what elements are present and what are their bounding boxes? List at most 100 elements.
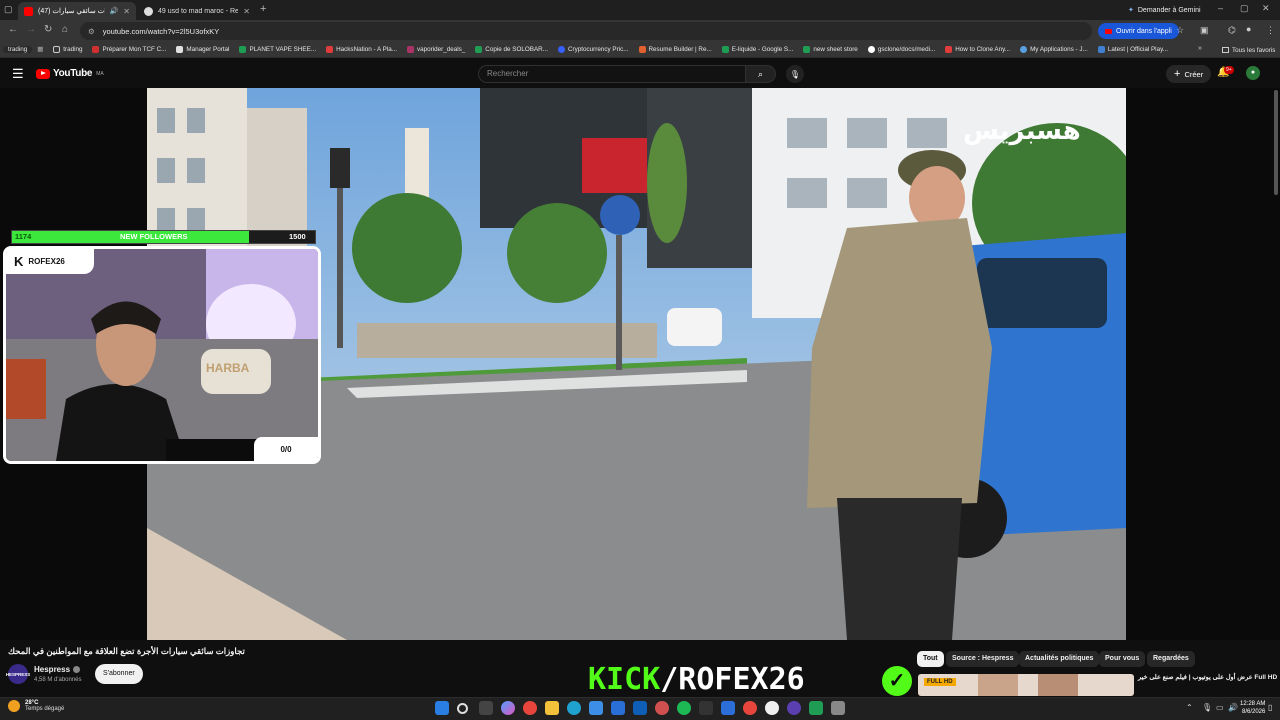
forward-icon[interactable]: →: [26, 24, 36, 35]
open-in-app-button[interactable]: Ouvrir dans l'appli: [1098, 23, 1179, 39]
voice-search-button[interactable]: 🎙: [786, 65, 804, 83]
bookmark-folder[interactable]: trading: [48, 46, 87, 53]
app-green-icon[interactable]: [809, 701, 823, 715]
bookmark-favicon-icon: [406, 46, 414, 53]
more-bookmarks-icon[interactable]: »: [1198, 45, 1202, 52]
chip-source-hespress[interactable]: Source : Hespress: [946, 651, 1020, 667]
volume-icon[interactable]: 🔊: [1228, 703, 1238, 712]
bookmark-item[interactable]: Resume Builder | Re...: [634, 46, 717, 53]
search-icon[interactable]: [457, 703, 468, 714]
edge-icon[interactable]: [567, 701, 581, 715]
gemini-button[interactable]: ✦ Demander à Gemini: [1122, 3, 1207, 17]
bookmark-item[interactable]: new sheet store: [798, 46, 862, 53]
menu-icon[interactable]: ⋮: [1266, 25, 1275, 36]
home-icon[interactable]: ⌂: [62, 24, 68, 35]
bookmark-item[interactable]: Latest | Official Play...: [1093, 46, 1173, 53]
bookmark-item[interactable]: My Applications - J...: [1015, 46, 1093, 53]
bookmarks-bar: trading ▦ trading Préparer Mon TCF C... …: [0, 42, 1280, 58]
create-button[interactable]: + Créer: [1166, 65, 1212, 83]
tray-overflow-icon[interactable]: ⌃: [1186, 703, 1193, 712]
tab-audio-icon[interactable]: 🔊: [110, 7, 119, 15]
chrome-profile-icon[interactable]: [743, 701, 757, 715]
github-icon[interactable]: [765, 701, 779, 715]
youtube-play-icon: [36, 68, 50, 79]
address-bar[interactable]: ⚙ youtube.com/watch?v=2l5U3ofxKY: [80, 22, 1092, 40]
bookmark-item[interactable]: E-liquide - Google S...: [717, 46, 799, 53]
bookmark-item[interactable]: PLANET VAPE SHEE...: [234, 46, 321, 53]
search-input[interactable]: Rechercher: [478, 65, 746, 83]
vs-code-icon[interactable]: [721, 701, 735, 715]
task-view-icon[interactable]: [479, 701, 493, 715]
gemini-icon: ✦: [1128, 7, 1134, 14]
bookmark-item[interactable]: Préparer Mon TCF C...: [87, 46, 171, 53]
obs-icon[interactable]: [787, 701, 801, 715]
sun-icon: [8, 700, 20, 712]
maximize-button[interactable]: ▢: [1240, 3, 1249, 14]
bookmark-item[interactable]: vaporider_deals_: [402, 46, 470, 53]
bookmark-favicon-icon: [239, 46, 247, 53]
reload-icon[interactable]: ↻: [44, 24, 52, 35]
windows-start-icon[interactable]: [435, 701, 449, 715]
tab-search[interactable]: 49 usd to mad maroc - Recherc ✕: [138, 2, 256, 20]
spotify-icon[interactable]: [677, 701, 691, 715]
site-info-icon[interactable]: ⚙: [88, 27, 95, 36]
search-button[interactable]: ⌕: [746, 65, 776, 83]
back-icon[interactable]: ←: [8, 24, 18, 35]
chip-political-news[interactable]: Actualités politiques: [1019, 651, 1100, 667]
close-window-button[interactable]: ✕: [1262, 3, 1270, 14]
microphone-tray-icon[interactable]: 🎙: [1202, 703, 1212, 712]
account-avatar[interactable]: ●: [1246, 66, 1260, 80]
chip-all[interactable]: Tout: [917, 651, 944, 667]
new-tab-button[interactable]: +: [260, 3, 266, 15]
file-explorer-icon[interactable]: [545, 701, 559, 715]
tab-close-icon[interactable]: ✕: [243, 7, 250, 16]
bookmark-item[interactable]: Cryptocurrency Pric...: [553, 46, 634, 53]
bookmark-favicon-icon: [1020, 46, 1028, 53]
chatgpt-icon[interactable]: [655, 701, 669, 715]
tab-close-icon[interactable]: ✕: [123, 7, 130, 16]
guide-menu-icon[interactable]: ☰: [12, 66, 24, 82]
store-icon[interactable]: [589, 701, 603, 715]
all-favorites-folder[interactable]: Tous les favoris: [1222, 42, 1275, 58]
chrome-icon[interactable]: [523, 701, 537, 715]
notification-center-icon[interactable]: ▯: [1268, 703, 1272, 712]
video-title: تجاوزات سائقي سيارات الأجرة تضع العلاقة …: [8, 646, 245, 656]
mail-icon[interactable]: [611, 701, 625, 715]
tab-actions-icon[interactable]: ▢: [4, 4, 13, 15]
tab-youtube-video[interactable]: (47) تجاوزات سائقي سيارات 🔊 ✕: [18, 2, 136, 20]
minimize-button[interactable]: –: [1218, 3, 1223, 13]
channel-avatar[interactable]: HESPRESS: [6, 664, 30, 684]
outlook-icon[interactable]: [633, 701, 647, 715]
app-gray-icon[interactable]: [831, 701, 845, 715]
streamer-name-chip: K ROFEX26: [6, 248, 94, 274]
page-scrollbar[interactable]: [1274, 90, 1278, 195]
recommended-video-title[interactable]: عرض أول على يوتيوب | فيلم صنع على خير Fu…: [1138, 673, 1278, 682]
bookmark-item[interactable]: gsclone/docs/medi...: [863, 46, 940, 53]
bookmark-item[interactable]: Manager Portal: [171, 46, 234, 53]
chip-for-you[interactable]: Pour vous: [1099, 651, 1146, 667]
bookmark-item[interactable]: Copie de SOLOBAR...: [470, 46, 553, 53]
chip-watched[interactable]: Regardées: [1147, 651, 1195, 667]
bookmark-star-icon[interactable]: ☆: [1176, 25, 1184, 36]
apps-grid-icon[interactable]: ▦: [32, 46, 48, 53]
bookmark-favicon-icon: [557, 46, 565, 53]
bookmark-favicon-icon: [638, 46, 646, 53]
channel-name[interactable]: Hespress: [34, 665, 81, 674]
cast-icon[interactable]: ⌬: [1228, 25, 1236, 36]
youtube-logo[interactable]: YouTube MA: [36, 68, 104, 79]
extensions-icon[interactable]: ▣: [1200, 25, 1209, 36]
copilot-icon[interactable]: [501, 701, 515, 715]
cushion-text: HARBA: [206, 361, 250, 375]
system-clock[interactable]: 12:28 AM 8/6/2026: [1240, 700, 1265, 716]
recommended-video-thumbnail[interactable]: FULL HD: [918, 674, 1134, 696]
capcut-icon[interactable]: [699, 701, 713, 715]
weather-widget[interactable]: 28°C Temps dégagé: [8, 700, 64, 712]
bookmark-favicon-icon: [176, 46, 184, 53]
github-icon: [867, 46, 875, 53]
bookmark-item[interactable]: trading: [3, 46, 33, 53]
subscribe-button[interactable]: S'abonner: [95, 664, 143, 684]
bookmark-item[interactable]: How to Clone Any...: [940, 46, 1015, 53]
profile-icon[interactable]: ●: [1246, 24, 1251, 34]
bookmark-item[interactable]: HacksNation - A Pla...: [321, 46, 402, 53]
network-icon[interactable]: ▭: [1216, 703, 1224, 712]
